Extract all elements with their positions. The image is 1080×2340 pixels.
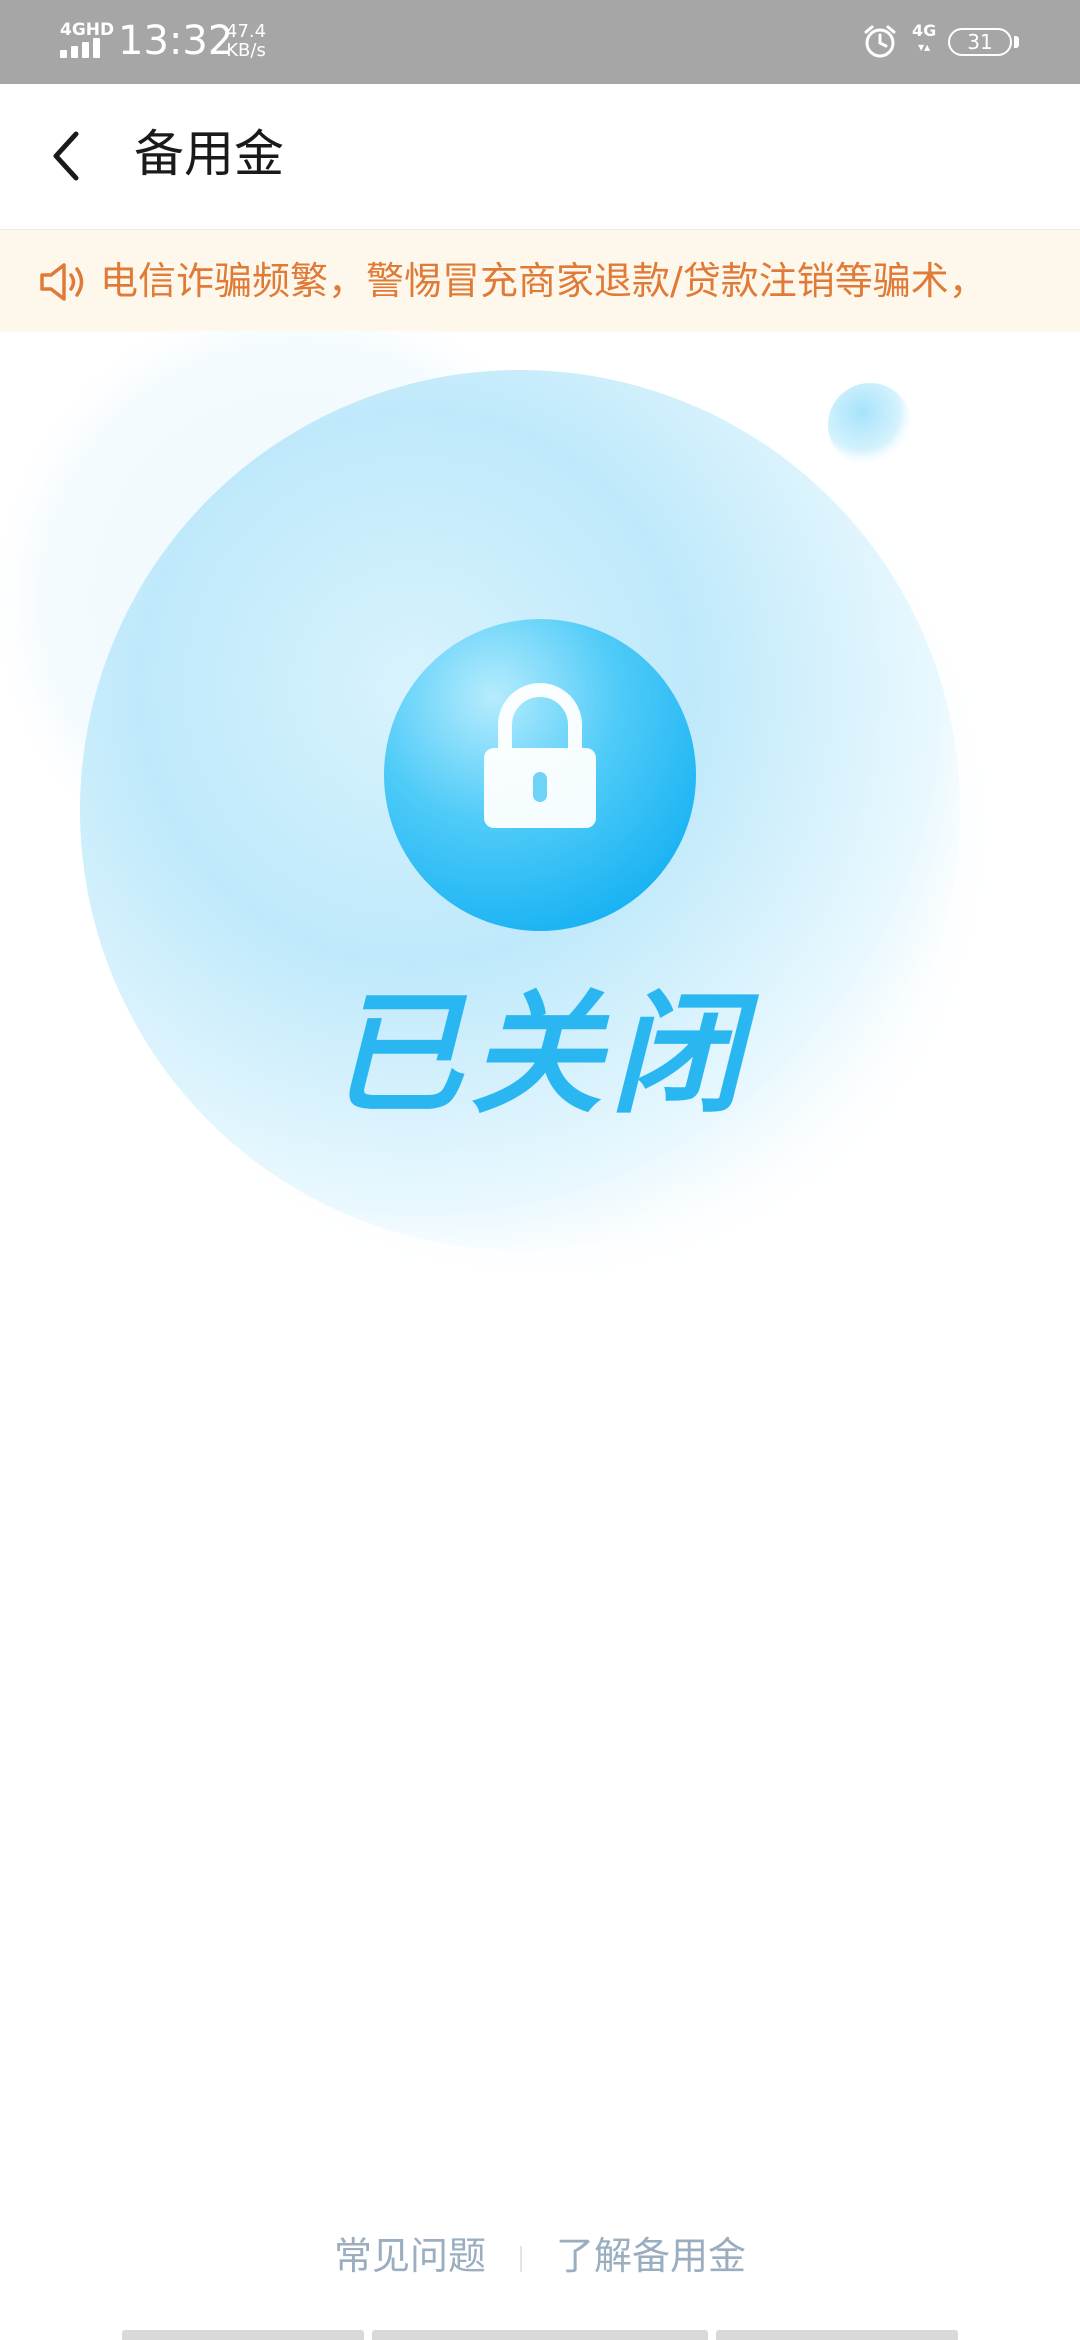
- status-time: 13:32: [118, 18, 234, 64]
- bubble-background: [0, 330, 1010, 1300]
- back-button[interactable]: [30, 116, 110, 196]
- footer-links: 常见问题 了解备用金: [0, 2228, 1080, 2284]
- signal-strength-icon: [60, 38, 108, 58]
- page-title: 备用金: [134, 125, 284, 183]
- notice-banner[interactable]: 电信诈骗频繁，警惕冒充商家退款/贷款注销等骗术，: [0, 230, 1080, 332]
- link-divider: [520, 2245, 522, 2272]
- status-illustration: 已关闭: [0, 330, 1080, 1330]
- alarm-clock-icon: [864, 25, 896, 58]
- learn-more-link[interactable]: 了解备用金: [556, 2234, 746, 2278]
- data-activity-icon: ▾▴: [918, 40, 931, 54]
- speaker-icon: [40, 263, 84, 301]
- notice-text: 电信诈骗频繁，警惕冒充商家退款/贷款注销等骗术，: [100, 259, 987, 303]
- network-type-left: 4GHD: [60, 20, 115, 40]
- battery-icon: 31: [948, 28, 1012, 56]
- network-speed-unit: KB/s: [226, 40, 266, 61]
- bottom-edge-bars: [0, 2330, 1080, 2340]
- network-speed-value: 47.4: [226, 21, 267, 42]
- faq-link[interactable]: 常见问题: [334, 2234, 486, 2278]
- network-speed: 47.4 KB/s: [226, 22, 266, 60]
- chevron-left-icon: [53, 131, 79, 181]
- status-label: 已关闭: [330, 978, 750, 1132]
- status-bar: 4GHD 13:32 47.4 KB/s 4G ▾▴ 31: [0, 0, 1080, 84]
- battery-tip: [1014, 36, 1019, 48]
- network-type-right: 4G ▾▴: [912, 21, 937, 55]
- navigation-bar: 备用金: [0, 84, 1080, 230]
- network-type-right-label: 4G: [912, 21, 937, 40]
- battery-level: 31: [967, 30, 993, 54]
